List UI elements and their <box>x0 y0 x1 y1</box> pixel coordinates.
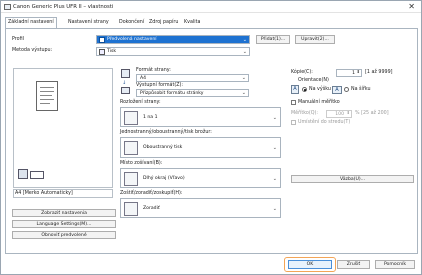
profile-icon <box>99 37 105 43</box>
preview-caption: A4 [Merko Automaticky] <box>13 189 113 198</box>
portrait-icon: A <box>291 85 299 94</box>
layout-icon <box>18 169 28 179</box>
chevron-down-icon: ⌄ <box>242 49 247 55</box>
title-bar: Canon Generic Plus UFR II – vlastnosti ✕ <box>1 1 421 13</box>
page-size-icon <box>121 69 130 78</box>
layout-1-on-1-icon <box>124 111 138 125</box>
chevron-down-icon: ⌄ <box>272 115 277 121</box>
duplex-value: Oboustranný tisk <box>143 145 183 150</box>
arrow-down-icon: ↓ <box>122 80 127 86</box>
spinner-icon[interactable]: ⬍ <box>357 69 360 74</box>
layout-label: Rozložení strany: <box>120 100 161 105</box>
layout-value: 1 na 1 <box>143 115 158 120</box>
center-checkbox[interactable] <box>291 120 296 125</box>
language-settings-button[interactable]: Language Settings(M)... <box>12 220 116 228</box>
duplex-label: Jednostranný/oboustranný/tisk brožur: <box>120 130 212 135</box>
print-icon <box>99 49 105 55</box>
binding-select[interactable]: Dlhý okraj (Vľavo) ⌄ <box>120 168 281 188</box>
layout-select[interactable]: 1 na 1 ⌄ <box>120 107 281 127</box>
scale-range: % [25 až 200] <box>355 111 389 116</box>
printer-icon <box>4 4 11 10</box>
binding-label: Místo zošívaní(B): <box>120 161 163 166</box>
tab-basic-settings[interactable]: Základní nastavení <box>5 17 57 28</box>
tab-page-setup[interactable]: Nastavení strany <box>66 18 111 28</box>
chevron-down-icon: ⌄ <box>272 145 277 151</box>
spinner-icon: ⬍ <box>346 110 350 115</box>
chevron-down-icon: ⌄ <box>241 75 246 81</box>
binding-value: Dlhý okraj (Vľavo) <box>143 176 185 181</box>
output-format-value: Přizpůsobit formátu stránky <box>140 90 204 96</box>
page-format-value: A4 <box>140 75 147 81</box>
output-method-label: Metoda výstupu: <box>12 48 53 53</box>
tab-quality[interactable]: Kvalita <box>182 18 202 28</box>
add-profile-button[interactable]: Přidat(1)... <box>256 35 290 44</box>
profile-select[interactable]: Předvolená nastavení ⌄ <box>96 35 250 44</box>
ok-button[interactable]: OK <box>288 260 332 269</box>
finishing-label: Zoštiť/zoradiť/zoskupiť(H): <box>120 191 183 196</box>
chevron-down-icon: ⌄ <box>272 176 277 182</box>
center-label: Umístění do stredu(T) <box>298 120 351 125</box>
edit-profile-button[interactable]: Upravit(2)... <box>295 35 335 44</box>
properties-window: Canon Generic Plus UFR II – vlastnosti ✕… <box>0 0 422 275</box>
help-button[interactable]: Pomocník <box>375 260 415 269</box>
tab-paper-source[interactable]: Zdroj papíru <box>147 18 180 28</box>
copies-range: [1 až 9999] <box>365 70 393 75</box>
printer-preview-icon <box>30 171 44 179</box>
finishing-value: Zoradiť <box>143 206 160 211</box>
portrait-label: Na výšku <box>309 87 331 92</box>
scale-value: 100 <box>335 111 344 117</box>
page-preview-icon <box>36 81 58 111</box>
tab-finishing[interactable]: Dokončení <box>117 18 146 28</box>
landscape-label: Na šířku <box>351 87 371 92</box>
manual-scaling-label: Manuální měřítko <box>298 100 340 105</box>
settings-panel: Profil Předvolená nastavení ⌄ Přidat(1).… <box>5 28 418 254</box>
output-method-value: Tisk <box>107 49 116 54</box>
output-format-select[interactable]: Přizpůsobit formátu stránky ⌄ <box>136 89 249 97</box>
output-size-icon <box>121 87 130 94</box>
close-icon[interactable]: ✕ <box>408 2 415 12</box>
view-settings-button[interactable]: Zobraziť nastavenia <box>12 209 116 217</box>
finishing-select[interactable]: Zoradiť ⌄ <box>120 198 281 218</box>
profile-value: Předvolená nastavení <box>107 37 157 42</box>
manual-scaling-checkbox[interactable] <box>291 100 296 105</box>
copies-label: Kópie(C): <box>291 70 313 75</box>
portrait-radio[interactable] <box>302 87 307 92</box>
profile-label: Profil <box>12 37 24 42</box>
cancel-button[interactable]: Zrušiť <box>337 260 370 269</box>
scale-label: Měřítko(Q): <box>291 111 318 116</box>
chevron-down-icon: ⌄ <box>241 90 246 96</box>
binding-edge-icon <box>124 172 138 186</box>
output-format-label: Výstupní formát(Z): <box>136 83 184 88</box>
window-title: Canon Generic Plus UFR II – vlastnosti <box>13 4 114 10</box>
binding-margin-button[interactable]: Väzba(U)... <box>291 175 414 183</box>
output-method-select[interactable]: Tisk ⌄ <box>96 47 250 56</box>
chevron-down-icon: ⌄ <box>272 206 277 212</box>
landscape-icon: A <box>332 86 342 94</box>
page-preview <box>13 68 113 188</box>
copies-value: 1 <box>352 70 355 76</box>
duplex-select[interactable]: Oboustranný tisk ⌄ <box>120 137 281 158</box>
orientation-label: Orientace(N) <box>298 78 329 83</box>
landscape-radio[interactable] <box>344 87 349 92</box>
copies-input[interactable]: 1 ⬍ <box>336 69 362 77</box>
scale-input[interactable]: 100 ⬍ <box>326 110 352 118</box>
chevron-down-icon: ⌄ <box>242 37 247 43</box>
page-format-select[interactable]: A4 ⌄ <box>136 74 249 82</box>
page-format-label: Formát strany: <box>136 68 171 73</box>
restore-defaults-button[interactable]: Obnoviť predvolené <box>12 231 116 239</box>
collate-icon <box>124 202 138 216</box>
duplex-icon <box>124 141 138 155</box>
